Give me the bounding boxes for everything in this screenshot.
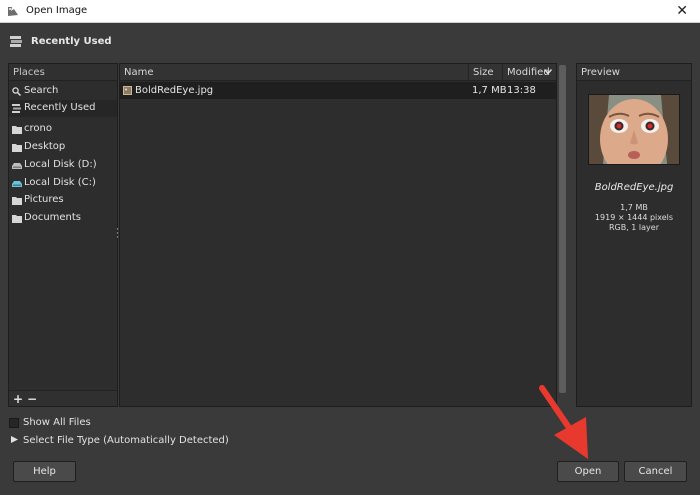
places-footer: + − (9, 390, 117, 406)
preview-color-info: RGB, 1 layer (608, 223, 660, 232)
places-item-label: Desktop (24, 141, 66, 152)
window-title: Open Image (26, 5, 88, 16)
places-item-documents[interactable]: Documents (9, 210, 117, 227)
places-item-label: Recently Used (24, 102, 96, 113)
gimp-app-icon (7, 6, 19, 20)
history-icon (9, 35, 23, 52)
close-icon[interactable]: ✕ (676, 3, 688, 19)
preview-dimensions: 1919 × 1444 pixels (594, 213, 674, 222)
file-list-scrollbar[interactable] (557, 63, 568, 407)
open-button[interactable]: Open (557, 461, 619, 482)
drive-icon (12, 179, 22, 191)
file-list-header: Name Size Modified (120, 64, 556, 81)
annotation-arrow-icon (539, 385, 588, 459)
places-item-pictures[interactable]: Pictures (9, 192, 117, 209)
column-header-size[interactable]: Size (469, 64, 503, 80)
file-name: BoldRedEye.jpg (135, 85, 214, 96)
folder-icon (12, 196, 22, 208)
add-bookmark-button[interactable]: + (13, 392, 23, 406)
places-item-label: Local Disk (D:) (24, 159, 97, 170)
places-item-local-disk-d[interactable]: Local Disk (D:) (9, 157, 117, 174)
places-item-desktop[interactable]: Desktop (9, 139, 117, 156)
places-item-label: Pictures (24, 194, 64, 205)
file-row[interactable]: BoldRedEye.jpg 1,7 MB 13:38 (120, 82, 556, 99)
preview-header: Preview (577, 64, 691, 81)
cancel-button[interactable]: Cancel (624, 461, 687, 482)
folder-icon (12, 143, 22, 155)
search-icon (12, 87, 22, 99)
places-item-crono[interactable]: crono (9, 121, 117, 138)
places-item-search[interactable]: Search (9, 83, 117, 100)
select-file-type-expander[interactable]: Select File Type (Automatically Detected… (23, 435, 229, 446)
file-modified: 13:38 (507, 85, 536, 96)
scrollbar-thumb[interactable] (559, 65, 566, 393)
location-bar: Recently Used (0, 23, 700, 61)
location-button[interactable]: Recently Used (31, 36, 112, 47)
file-list: Name Size Modified BoldRedEye.jpg 1,7 MB… (119, 63, 557, 407)
expander-icon[interactable] (10, 435, 19, 446)
preview-filename: BoldRedEye.jpg (594, 182, 674, 193)
places-item-label: Search (24, 85, 59, 96)
preview-size: 1,7 MB (620, 203, 648, 212)
preview-header-label: Preview (581, 67, 620, 78)
places-item-local-disk-c[interactable]: Local Disk (C:) (9, 175, 117, 192)
places-item-recently-used[interactable]: Recently Used (9, 100, 117, 117)
file-size: 1,7 MB (472, 85, 507, 96)
places-header-label: Places (13, 67, 45, 78)
places-item-label: Documents (24, 212, 82, 223)
window-titlebar: Open Image ✕ (0, 0, 700, 23)
column-label: Name (124, 67, 154, 78)
sort-descending-icon (544, 69, 552, 75)
column-header-name[interactable]: Name (120, 64, 469, 80)
help-button[interactable]: Help (13, 461, 76, 482)
column-header-modified[interactable]: Modified (503, 64, 556, 80)
remove-bookmark-button[interactable]: − (27, 392, 37, 406)
places-item-label: crono (24, 123, 52, 134)
image-file-icon (123, 86, 132, 98)
history-icon (12, 104, 21, 116)
column-label: Size (473, 67, 494, 78)
show-all-files-checkbox[interactable] (9, 418, 19, 428)
show-all-files-label: Show All Files (23, 417, 91, 428)
places-item-label: Local Disk (C:) (24, 177, 96, 188)
places-header: Places (9, 64, 117, 81)
preview-panel: Preview BoldRedEye.jpg 1,7 MB 1919 × 144… (576, 63, 692, 407)
drive-icon (12, 161, 22, 173)
preview-thumbnail[interactable] (588, 94, 680, 179)
folder-icon (12, 214, 22, 226)
places-panel: Places Search Recently Used crono Deskto… (8, 63, 118, 407)
folder-icon (12, 125, 22, 137)
